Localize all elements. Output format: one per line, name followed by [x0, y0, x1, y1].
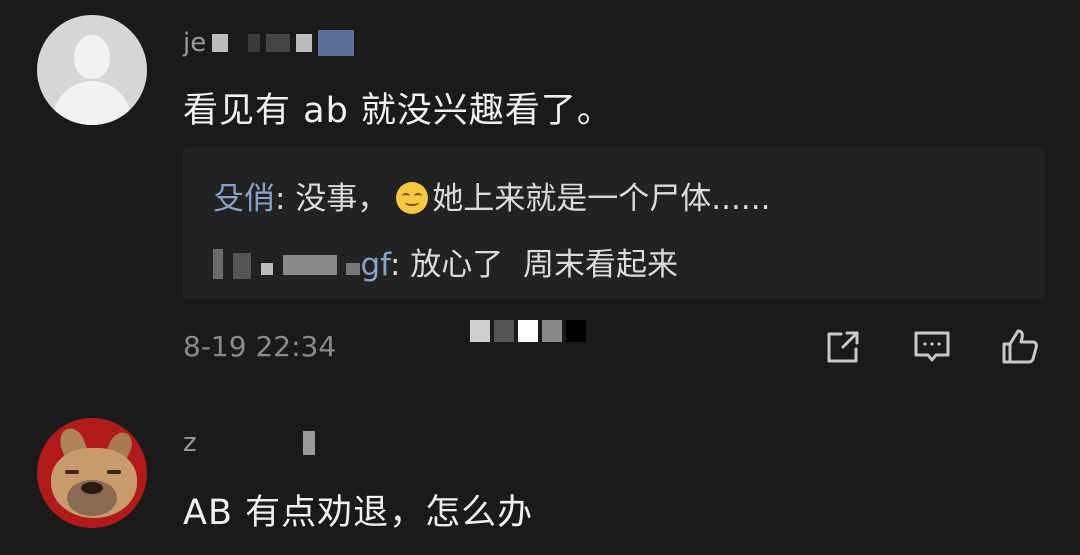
username-text: z	[183, 428, 197, 458]
comment-text: 看见有 ab 就没兴趣看了。	[183, 91, 613, 131]
username-text: je	[183, 28, 207, 58]
mosaic-patch	[470, 320, 586, 342]
reply-item[interactable]: gf: 放心了 周末看起来	[213, 239, 678, 284]
reply-box[interactable]: 殳俏: 没事， 她上来就是一个尸体...... gf: 放心了 周末看起来	[183, 147, 1045, 299]
reply-text: 没事，	[295, 181, 389, 217]
like-icon[interactable]	[1000, 327, 1040, 367]
reply-text: 她上来就是一个尸体......	[432, 181, 771, 217]
avatar[interactable]	[37, 418, 147, 528]
reply-text: 放心了 周末看起来	[410, 247, 678, 283]
comment-icon[interactable]	[912, 327, 952, 367]
username[interactable]: z	[183, 428, 315, 458]
reply-author[interactable]: gf	[213, 247, 390, 283]
username[interactable]: je	[183, 28, 355, 58]
avatar[interactable]	[37, 15, 147, 125]
reply-author[interactable]: 殳俏	[213, 181, 275, 217]
share-icon[interactable]	[823, 327, 863, 367]
username-mosaic	[302, 431, 315, 455]
comment-item: je 看见有 ab 就没兴趣看了。 殳俏: 没事， 她上来就是一个尸体......…	[0, 0, 1080, 400]
smile-emoji-icon	[396, 182, 429, 214]
comment-text: AB 有点劝退，怎么办	[183, 493, 534, 533]
name-mosaic	[213, 249, 223, 279]
username-mosaic	[212, 34, 229, 52]
comment-item: z AB 有点劝退，怎么办	[0, 400, 1080, 555]
reply-item[interactable]: 殳俏: 没事， 她上来就是一个尸体......	[213, 173, 770, 218]
timestamp: 8-19 22:34	[183, 330, 337, 363]
